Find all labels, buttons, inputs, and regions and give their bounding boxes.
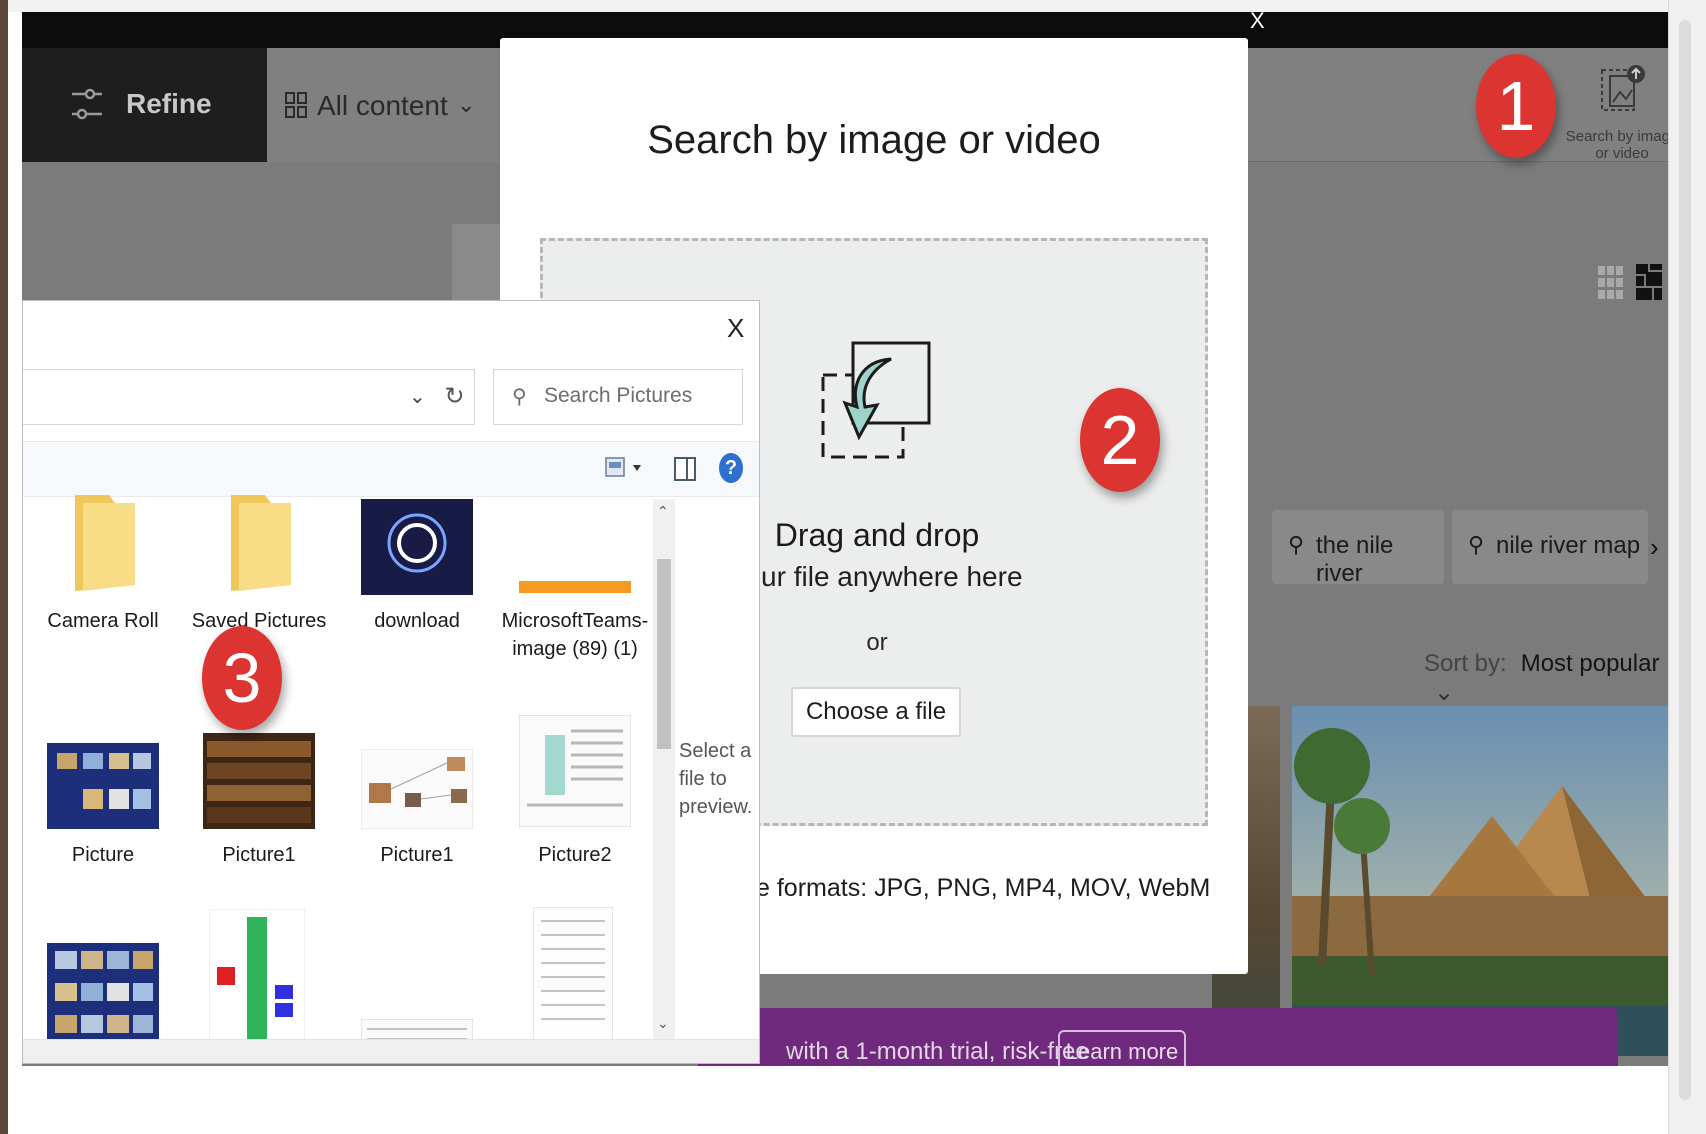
supported-formats-text: e formats: JPG, PNG, MP4, MOV, WebM bbox=[756, 874, 1211, 902]
page-bottom-area bbox=[8, 1066, 1668, 1134]
picture1-library-thumbnail bbox=[203, 733, 315, 829]
file-name: Camera Roll bbox=[47, 610, 159, 632]
search-pictures-input[interactable]: ⚲ Search Pictures bbox=[493, 369, 743, 425]
sort-label: Sort by: bbox=[1424, 650, 1507, 677]
address-bar[interactable]: ⌄ bbox=[23, 369, 475, 425]
page-scrollbar-thumb[interactable] bbox=[1679, 20, 1691, 1100]
file-name: MicrosoftTeams-image (89) (1) bbox=[501, 610, 649, 660]
page-scrollbar[interactable] bbox=[1668, 0, 1706, 1134]
chevron-down-icon[interactable]: ⌄ bbox=[409, 384, 426, 409]
drag-drop-icon bbox=[821, 341, 931, 459]
teams-image-thumbnail bbox=[519, 581, 631, 593]
chevron-down-icon: ⌄ bbox=[1434, 679, 1455, 706]
file-name: download bbox=[374, 610, 460, 632]
file-name: Picture1 bbox=[380, 844, 454, 866]
refresh-button[interactable]: ↻ bbox=[435, 369, 475, 425]
top-strip bbox=[8, 0, 1668, 12]
file-open-dialog: X ⌄ ↻ ⚲ Search Pictures ? Camera Roll Sa… bbox=[22, 300, 760, 1064]
promo-banner: with a 1-month trial, risk-free Learn mo… bbox=[698, 1008, 1618, 1066]
dialog-close-button[interactable]: X bbox=[727, 313, 744, 344]
refresh-icon: ↻ bbox=[444, 383, 465, 410]
learn-more-button[interactable]: Learn more bbox=[1058, 1030, 1186, 1066]
top-close-button[interactable]: X bbox=[1250, 8, 1265, 34]
sort-value: Most popular bbox=[1520, 650, 1660, 677]
scroll-down-icon[interactable]: ⌄ bbox=[657, 1015, 669, 1032]
mosaic-view-icon[interactable] bbox=[1636, 264, 1662, 300]
search-placeholder: Search Pictures bbox=[544, 384, 693, 407]
refine-label: Refine bbox=[126, 88, 212, 119]
sort-dropdown[interactable]: Sort by: Most popular ⌄ bbox=[1424, 650, 1668, 707]
file-name: Picture2 bbox=[538, 844, 612, 866]
search-by-image-button[interactable]: Search by image or video bbox=[1562, 58, 1668, 162]
refine-button[interactable]: Refine bbox=[22, 48, 267, 162]
chatgpt-thumbnail bbox=[361, 499, 473, 595]
picture1-diagram-thumbnail bbox=[361, 749, 473, 829]
all-content-label: All content bbox=[317, 90, 448, 121]
file-list-scrollbar[interactable]: ⌃ ⌄ bbox=[653, 499, 675, 1039]
document-thumbnail-partial[interactable] bbox=[533, 907, 613, 1051]
view-options-icon[interactable] bbox=[605, 455, 645, 481]
scrollbar-thumb[interactable] bbox=[657, 559, 671, 749]
search-by-image-label: Search by image or video bbox=[1565, 128, 1668, 162]
banner-text: with a 1-month trial, risk-free bbox=[786, 1038, 1089, 1065]
file-name: Picture bbox=[71, 844, 135, 866]
folder-icon bbox=[231, 495, 291, 591]
chip-label: the nile river bbox=[1316, 532, 1394, 587]
picture2-document-thumbnail bbox=[519, 715, 631, 827]
file-name: Picture1 bbox=[222, 844, 296, 866]
preview-placeholder-text: Select a file to preview. bbox=[679, 740, 753, 818]
step-badge-3: 3 bbox=[202, 626, 282, 730]
image-thumbnail-partial[interactable] bbox=[47, 943, 159, 1053]
chevron-down-icon: ⌄ bbox=[457, 92, 476, 117]
grid-view-icon[interactable] bbox=[1598, 266, 1624, 300]
scroll-up-icon[interactable]: ⌃ bbox=[657, 503, 669, 520]
search-icon: ⚲ bbox=[1288, 532, 1305, 557]
suggestion-chip[interactable]: ⚲ the nile river bbox=[1272, 510, 1444, 587]
preview-pane-icon[interactable] bbox=[673, 455, 697, 483]
modal-title: Search by image or video bbox=[647, 118, 1101, 162]
window-left-edge bbox=[0, 0, 8, 1134]
suggestion-chip[interactable]: ⚲ nile river map bbox=[1452, 510, 1648, 584]
picture-thumbnail bbox=[47, 743, 159, 829]
sliders-icon bbox=[72, 88, 102, 120]
dialog-toolbar bbox=[23, 441, 759, 497]
help-icon[interactable]: ? bbox=[719, 453, 743, 483]
search-icon: ⚲ bbox=[512, 386, 527, 408]
step-badge-1: 1 bbox=[1476, 54, 1556, 158]
folder-icon bbox=[75, 495, 135, 591]
search-icon: ⚲ bbox=[1468, 532, 1485, 557]
horizontal-scrollbar[interactable] bbox=[23, 1039, 759, 1063]
file-list: Camera Roll Saved Pictures download Micr… bbox=[23, 495, 653, 1053]
result-image-pyramids[interactable] bbox=[1292, 706, 1668, 1056]
grid-icon bbox=[285, 92, 307, 118]
chip-label: nile river map bbox=[1496, 532, 1641, 559]
flowchart-thumbnail-partial[interactable] bbox=[209, 909, 305, 1049]
image-search-icon bbox=[1601, 65, 1645, 111]
all-content-dropdown[interactable]: All content ⌄ bbox=[267, 48, 502, 162]
step-badge-2: 2 bbox=[1080, 388, 1160, 492]
chevron-right-icon[interactable]: › bbox=[1650, 532, 1659, 563]
choose-file-button[interactable]: Choose a file bbox=[791, 687, 961, 737]
